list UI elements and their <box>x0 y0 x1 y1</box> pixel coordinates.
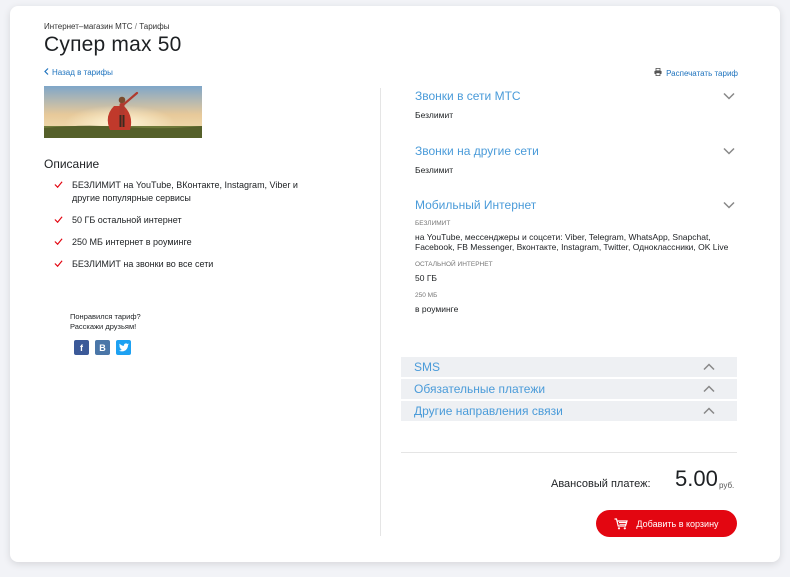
accordion-title: Мобильный Интернет <box>415 198 537 212</box>
accordion-title: Звонки на другие сети <box>415 144 539 158</box>
social-buttons: f B <box>74 340 131 355</box>
add-to-cart-button[interactable]: Добавить в корзину <box>596 510 737 537</box>
accordion-title: Обязательные платежи <box>414 382 546 396</box>
breadcrumb-separator: / <box>134 22 137 31</box>
internet-item-value: в роуминге <box>415 304 459 314</box>
share-prompt: Понравился тариф? Расскажи друзьям! <box>70 312 141 332</box>
facebook-share-button[interactable]: f <box>74 340 89 355</box>
breadcrumb-current[interactable]: Тарифы <box>139 22 169 31</box>
price-label: Авансовый платеж: <box>551 478 651 490</box>
tariff-card: Интернет–магазин МТС / Тарифы Супер max … <box>10 6 780 562</box>
features-list: БЕЗЛИМИТ на YouTube, ВКонтакте, Instagra… <box>54 179 324 280</box>
twitter-icon <box>118 343 129 352</box>
chevron-down-icon <box>723 147 735 155</box>
accordion-header-calls-other[interactable]: Звонки на другие сети <box>415 143 735 159</box>
accordion-title: Другие направления связи <box>414 404 563 418</box>
breadcrumb: Интернет–магазин МТС / Тарифы <box>44 22 169 31</box>
accordion-other-directions[interactable]: Другие направления связи <box>401 401 737 421</box>
accordion-value: Безлимит <box>415 110 454 120</box>
share-line-2: Расскажи друзьям! <box>70 322 137 331</box>
price-value: 5.00 <box>675 466 718 491</box>
accordion-title: SMS <box>414 360 441 374</box>
feature-item: БЕЗЛИМИТ на звонки во все сети <box>54 258 324 271</box>
chevron-left-icon <box>44 68 49 77</box>
feature-text: БЕЗЛИМИТ на звонки во все сети <box>72 259 214 269</box>
price-divider <box>401 452 737 453</box>
feature-item: БЕЗЛИМИТ на YouTube, ВКонтакте, Instagra… <box>54 179 324 205</box>
cart-icon <box>614 517 629 529</box>
feature-text: 250 МБ интернет в роуминге <box>72 237 192 247</box>
accordion-title: Звонки в сети МТС <box>415 89 521 103</box>
printer-icon <box>654 68 662 78</box>
back-link-label: Назад в тарифы <box>52 68 113 77</box>
chevron-down-icon <box>723 92 735 100</box>
accordion-calls-other: Звонки на другие сети Безлимит <box>415 143 735 175</box>
feature-item: 250 МБ интернет в роуминге <box>54 236 324 249</box>
accordion-mobile-internet: Мобильный Интернет БЕЗЛИМИТ на YouTube, … <box>415 197 735 314</box>
internet-item-label: БЕЗЛИМИТ <box>415 220 451 227</box>
page-title: Супер max 50 <box>44 33 182 56</box>
chevron-down-icon <box>723 201 735 209</box>
twitter-share-button[interactable] <box>116 340 131 355</box>
share-line-1: Понравился тариф? <box>70 312 141 321</box>
chevron-up-icon <box>703 407 715 415</box>
check-icon <box>54 216 63 224</box>
internet-item-value: 50 ГБ <box>415 273 437 283</box>
internet-item-label: 250 МБ <box>415 292 438 299</box>
accordion-mandatory-payments[interactable]: Обязательные платежи <box>401 379 737 399</box>
internet-item-value: на YouTube, мессенджеры и соцсети: Viber… <box>415 232 729 252</box>
hero-image <box>44 86 202 138</box>
check-icon <box>54 238 63 246</box>
chevron-up-icon <box>703 363 715 371</box>
accordion-sms[interactable]: SMS <box>401 357 737 377</box>
check-icon <box>54 260 63 268</box>
accordion-value: Безлимит <box>415 165 454 175</box>
feature-item: 50 ГБ остальной интернет <box>54 214 324 227</box>
price-currency: руб. <box>719 481 735 490</box>
feature-text: БЕЗЛИМИТ на YouTube, ВКонтакте, Instagra… <box>72 180 298 203</box>
add-to-cart-label: Добавить в корзину <box>636 518 719 529</box>
print-tariff-link[interactable]: Распечатать тариф <box>654 68 738 78</box>
description-title: Описание <box>44 157 100 171</box>
print-link-label: Распечатать тариф <box>666 68 738 78</box>
check-icon <box>54 181 63 189</box>
feature-text: 50 ГБ остальной интернет <box>72 215 182 225</box>
breadcrumb-shop[interactable]: Интернет–магазин МТС <box>44 22 133 31</box>
accordion-header-calls-mts[interactable]: Звонки в сети МТС <box>415 88 735 104</box>
accordion-calls-mts: Звонки в сети МТС Безлимит <box>415 88 735 120</box>
accordion-header-mobile-internet[interactable]: Мобильный Интернет <box>415 197 735 213</box>
vk-share-button[interactable]: B <box>95 340 110 355</box>
chevron-up-icon <box>703 385 715 393</box>
internet-item-label: ОСТАЛЬНОЙ ИНТЕРНЕТ <box>415 261 493 268</box>
back-to-tariffs-link[interactable]: Назад в тарифы <box>44 68 113 77</box>
column-divider <box>380 88 381 536</box>
